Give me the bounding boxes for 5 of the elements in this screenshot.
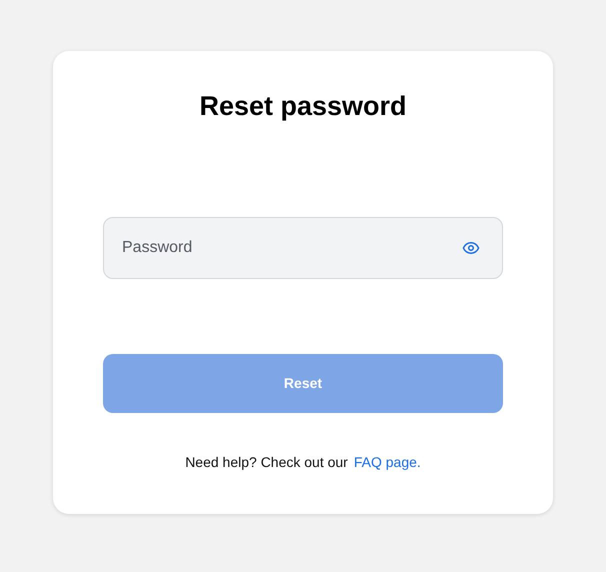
faq-link[interactable]: FAQ page. (354, 452, 421, 473)
page-title: Reset password (199, 90, 407, 123)
password-field[interactable]: Password (103, 217, 503, 279)
show-password-icon[interactable] (462, 239, 480, 257)
help-text: Need help? Check out our (185, 453, 348, 472)
